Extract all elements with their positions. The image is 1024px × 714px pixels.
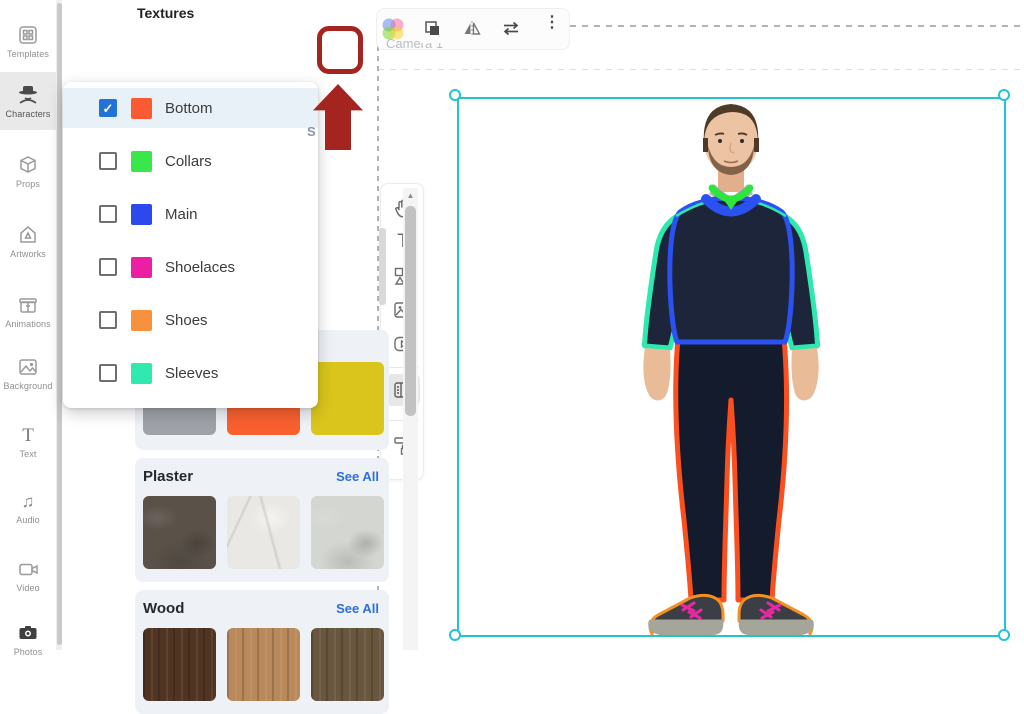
checkbox[interactable]: ✓ [99, 99, 117, 117]
texture-color-swatch [131, 310, 152, 331]
see-all-partial-text: S [307, 124, 316, 139]
checkbox[interactable]: ✓ [99, 364, 117, 382]
checkbox[interactable]: ✓ [99, 311, 117, 329]
swap-button[interactable] [498, 19, 524, 43]
checkbox[interactable]: ✓ [99, 152, 117, 170]
plaster-swatch[interactable] [143, 496, 216, 569]
app-sidebar: Templates Characters Props Artworks Anim… [0, 0, 62, 650]
texture-option-shoes[interactable]: ✓ Shoes [63, 300, 318, 340]
texture-option-label: Bottom [165, 100, 213, 117]
audio-icon: ♫ [17, 490, 39, 512]
wood-swatch[interactable] [227, 628, 300, 701]
section-title: Wood [143, 600, 184, 617]
panel-scrollbar[interactable]: ▲ [403, 188, 418, 650]
svg-text:♫: ♫ [22, 492, 35, 511]
texture-option-label: Sleeves [165, 365, 218, 382]
section-title: Plaster [143, 468, 193, 485]
kebab-icon: ⋮ [544, 14, 560, 31]
texture-option-label: Collars [165, 153, 212, 170]
sidebar-item-animations[interactable]: Animations [0, 284, 56, 338]
sidebar-scrollbar-thumb[interactable] [57, 3, 62, 645]
sidebar-item-video[interactable]: Video [0, 548, 56, 602]
sidebar-item-label: Video [16, 583, 39, 593]
sidebar-item-audio[interactable]: ♫ Audio [0, 480, 56, 534]
sidebar-item-text[interactable]: T Text [0, 414, 56, 468]
sidebar-scrollbar[interactable] [56, 0, 62, 650]
texture-option-bottom[interactable]: ✓ Bottom [63, 88, 318, 128]
sidebar-item-label: Templates [7, 49, 49, 59]
camera-boundary-line [378, 69, 1024, 70]
see-all-link[interactable]: See All [336, 601, 379, 616]
scroll-up-icon[interactable]: ▲ [403, 191, 418, 200]
texture-color-swatch [131, 151, 152, 172]
sidebar-item-label: Characters [5, 109, 50, 119]
sidebar-item-label: Photos [14, 647, 43, 657]
svg-text:T: T [22, 425, 34, 446]
sidebar-item-label: Animations [5, 319, 51, 329]
sidebar-item-label: Artworks [10, 249, 46, 259]
wood-swatch[interactable] [311, 628, 384, 701]
sidebar-item-artworks[interactable]: Artworks [0, 214, 56, 268]
more-options-button[interactable]: ⋮ [541, 15, 563, 31]
see-all-link[interactable]: See All [336, 469, 379, 484]
sidebar-item-background[interactable]: Background [0, 346, 56, 400]
texture-option-label: Main [165, 206, 198, 223]
sidebar-item-label: Audio [16, 515, 40, 525]
characters-icon [16, 84, 40, 106]
texture-option-label: Shoes [165, 312, 208, 329]
sidebar-item-props[interactable]: Props [0, 144, 56, 198]
duplicate-button[interactable] [420, 19, 445, 43]
texture-option-collars[interactable]: ✓ Collars [63, 141, 318, 181]
texture-option-shoelaces[interactable]: ✓ Shoelaces [63, 247, 318, 287]
sidebar-item-templates[interactable]: Templates [0, 14, 56, 68]
photos-icon [17, 622, 39, 644]
texture-dropdown-list: ✓ Bottom ✓ Collars ✓ Main ✓ Shoelaces ✓ … [63, 82, 318, 408]
text-icon: T [17, 424, 39, 446]
texture-option-main[interactable]: ✓ Main [63, 194, 318, 234]
swap-arrows-icon [501, 19, 521, 38]
panel-scrollbar-thumb[interactable] [405, 206, 416, 416]
props-icon [17, 154, 39, 176]
checkbox[interactable]: ✓ [99, 258, 117, 276]
animations-icon [17, 294, 39, 316]
plaster-swatch[interactable] [311, 496, 384, 569]
texture-option-sleeves[interactable]: ✓ Sleeves [63, 353, 318, 393]
selection-handle-bottom-left[interactable] [449, 629, 461, 641]
flip-button[interactable] [459, 19, 485, 43]
sidebar-item-characters[interactable]: Characters [0, 72, 56, 130]
artworks-icon [17, 224, 39, 246]
checkbox[interactable]: ✓ [99, 205, 117, 223]
section-plaster: Plaster See All [135, 458, 389, 582]
video-icon [17, 558, 39, 580]
texture-color-swatch [131, 363, 152, 384]
texture-color-swatch [131, 98, 152, 119]
sidebar-item-label: Background [3, 381, 52, 391]
selection-handle-top-left[interactable] [449, 89, 461, 101]
selection-handle-top-right[interactable] [998, 89, 1010, 101]
templates-icon [17, 24, 39, 46]
wood-swatch[interactable] [143, 628, 216, 701]
duplicate-icon [423, 19, 442, 38]
color-swatch[interactable] [311, 362, 384, 435]
check-icon: ✓ [103, 102, 114, 115]
background-icon [17, 356, 39, 378]
texture-color-swatch [131, 204, 152, 225]
plaster-swatch[interactable] [227, 496, 300, 569]
flip-icon [462, 19, 482, 38]
character-selection-box[interactable] [457, 97, 1006, 637]
texture-option-label: Shoelaces [165, 259, 235, 276]
sidebar-item-photos[interactable]: Photos [0, 612, 56, 666]
sidebar-item-label: Props [16, 179, 40, 189]
texture-color-swatch [131, 257, 152, 278]
partially-hidden-swatch [379, 228, 386, 305]
selection-handle-bottom-right[interactable] [998, 629, 1010, 641]
sidebar-item-label: Text [20, 449, 37, 459]
panel-title: Textures [137, 5, 194, 21]
section-wood: Wood See All [135, 590, 389, 714]
